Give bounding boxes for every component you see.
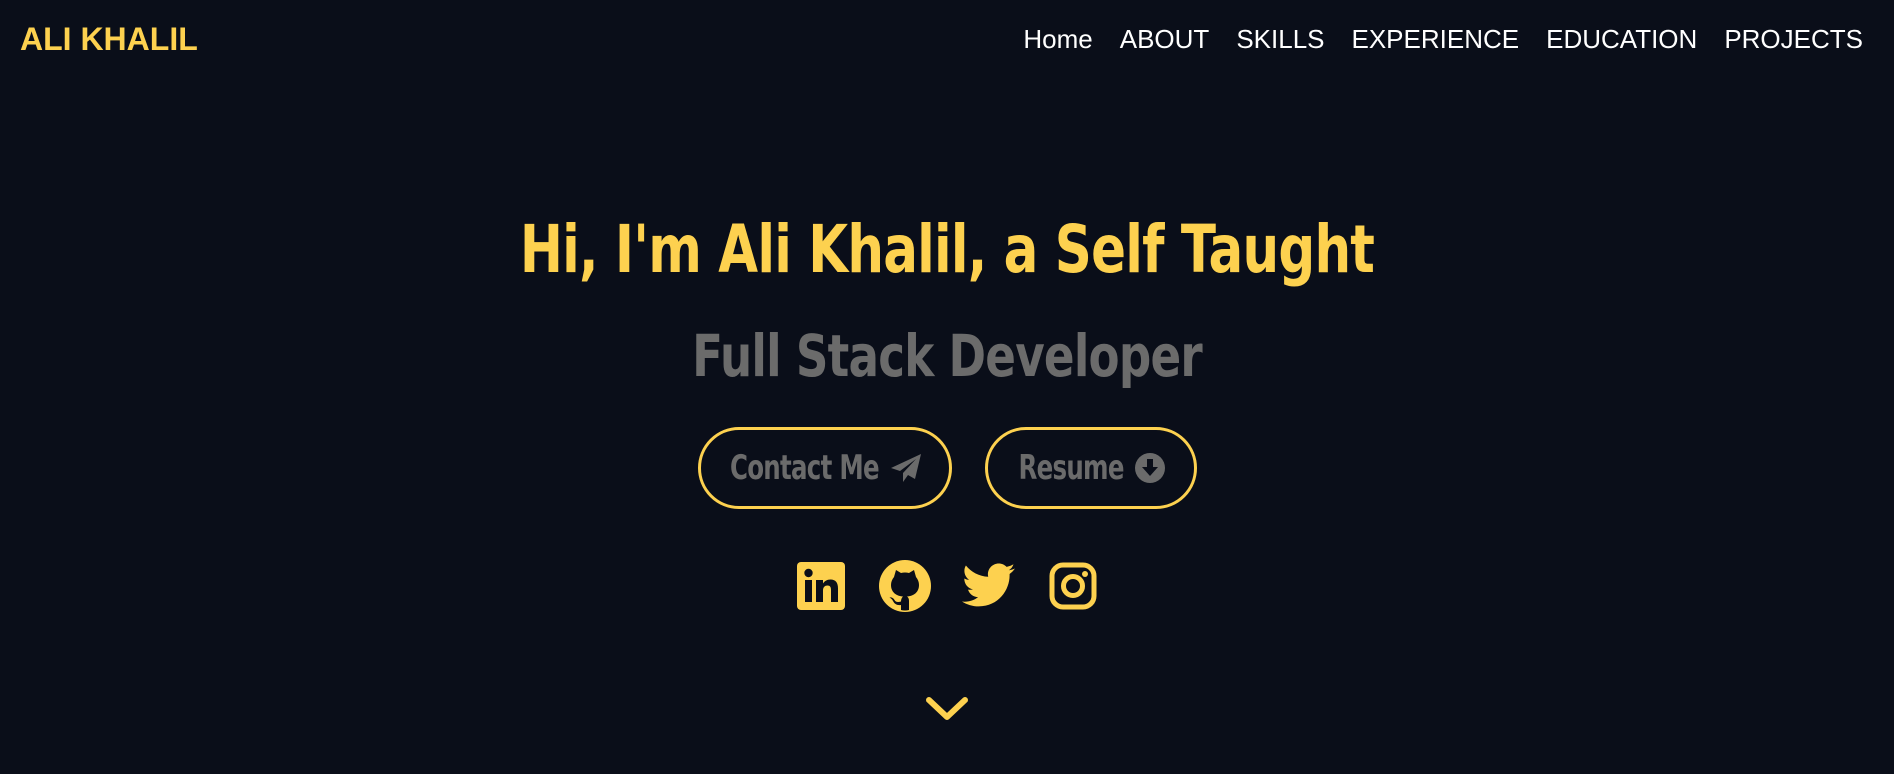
social-links [0, 559, 1894, 617]
nav-education[interactable]: EDUCATION [1546, 24, 1697, 55]
nav-projects[interactable]: PROJECTS [1724, 24, 1863, 55]
download-circle-icon [1134, 452, 1166, 484]
resume-label: Resume [1018, 448, 1124, 488]
resume-button[interactable]: Resume [985, 427, 1197, 509]
scroll-down-button[interactable] [925, 694, 969, 728]
hero-subtitle: Full Stack Developer [692, 322, 1203, 390]
linkedin-link[interactable] [795, 561, 847, 615]
twitter-link[interactable] [962, 562, 1016, 614]
twitter-icon [962, 563, 1016, 614]
nav-skills[interactable]: SKILLS [1236, 24, 1324, 55]
github-icon [879, 559, 931, 617]
page: ALI KHALIL Home ABOUT SKILLS EXPERIENCE … [0, 0, 1894, 774]
nav-home[interactable]: Home [1023, 24, 1092, 55]
instagram-link[interactable] [1047, 562, 1099, 614]
chevron-down-icon [926, 696, 968, 727]
hero-title: Hi, I'm Ali Khalil, a Self Taught [519, 211, 1375, 288]
nav-about[interactable]: ABOUT [1120, 24, 1210, 55]
github-link[interactable] [879, 559, 931, 617]
main-nav: Home ABOUT SKILLS EXPERIENCE EDUCATION P… [996, 24, 1863, 55]
paper-plane-icon [889, 452, 923, 484]
logo-link[interactable]: ALI KHALIL [20, 21, 198, 58]
linkedin-icon [797, 561, 845, 615]
contact-me-label: Contact Me [729, 448, 880, 488]
site-header: ALI KHALIL Home ABOUT SKILLS EXPERIENCE … [0, 0, 1894, 78]
instagram-icon [1049, 562, 1097, 615]
contact-me-button[interactable]: Contact Me [698, 427, 952, 509]
nav-experience[interactable]: EXPERIENCE [1352, 24, 1520, 55]
